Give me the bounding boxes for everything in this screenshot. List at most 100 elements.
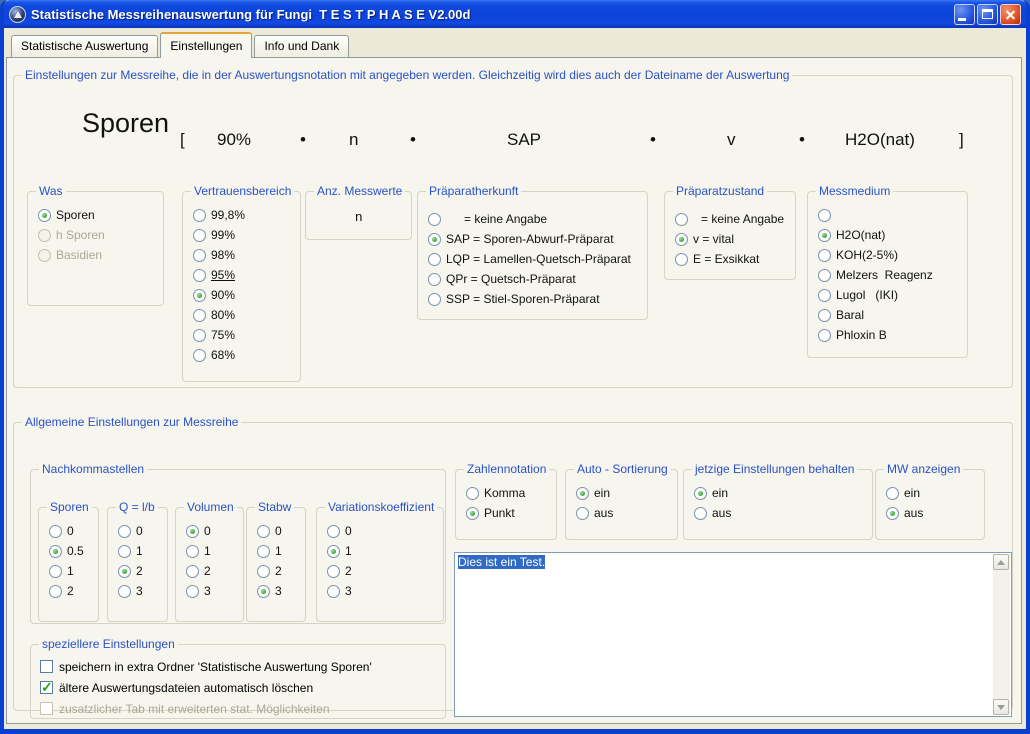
minimize-button[interactable]: [954, 4, 975, 25]
vertical-scrollbar[interactable]: [993, 554, 1010, 715]
radio-button-icon[interactable]: [886, 507, 899, 520]
radio-option[interactable]: [814, 205, 961, 225]
radio-button-icon[interactable]: [428, 253, 441, 266]
radio-button-icon[interactable]: [694, 487, 707, 500]
radio-option[interactable]: 80%: [189, 305, 294, 325]
radio-option[interactable]: 0.5: [45, 541, 92, 561]
radio-option[interactable]: ein: [572, 483, 671, 503]
radio-button-icon[interactable]: [186, 525, 199, 538]
radio-button-icon[interactable]: [186, 545, 199, 558]
radio-button-icon[interactable]: [118, 565, 131, 578]
radio-button-icon[interactable]: [818, 209, 831, 222]
radio-button-icon[interactable]: [818, 269, 831, 282]
radio-button-icon[interactable]: [428, 213, 441, 226]
scroll-down-button[interactable]: [993, 699, 1009, 715]
radio-button-icon[interactable]: [675, 213, 688, 226]
radio-button-icon[interactable]: [327, 585, 340, 598]
radio-button-icon[interactable]: [49, 585, 62, 598]
radio-button-icon[interactable]: [327, 525, 340, 538]
radio-button-icon[interactable]: [257, 585, 270, 598]
radio-button-icon[interactable]: [193, 309, 206, 322]
radio-button-icon[interactable]: [694, 507, 707, 520]
titlebar[interactable]: Statistische Messreihenauswertung für Fu…: [4, 0, 1026, 28]
radio-button-icon[interactable]: [193, 269, 206, 282]
radio-option[interactable]: 95%: [189, 265, 294, 285]
radio-option[interactable]: KOH(2-5%): [814, 245, 961, 265]
radio-option[interactable]: SAP = Sporen-Abwurf-Präparat: [424, 229, 641, 249]
radio-option[interactable]: 99,8%: [189, 205, 294, 225]
checkbox-icon[interactable]: [40, 660, 53, 673]
radio-button-icon[interactable]: [49, 525, 62, 538]
checkbox-option[interactable]: ältere Auswertungsdateien automatisch lö…: [37, 677, 439, 698]
radio-option[interactable]: 2: [45, 581, 92, 601]
radio-option[interactable]: 1: [323, 541, 437, 561]
radio-button-icon[interactable]: [428, 273, 441, 286]
radio-option[interactable]: v = vital: [671, 229, 789, 249]
radio-option[interactable]: 0: [253, 521, 299, 541]
radio-option[interactable]: 0: [182, 521, 237, 541]
radio-button-icon[interactable]: [327, 565, 340, 578]
radio-button-icon[interactable]: [576, 507, 589, 520]
radio-button-icon[interactable]: [118, 585, 131, 598]
radio-button-icon[interactable]: [428, 233, 441, 246]
radio-button-icon[interactable]: [818, 249, 831, 262]
radio-button-icon[interactable]: [466, 487, 479, 500]
radio-option[interactable]: 1: [45, 561, 92, 581]
radio-button-icon[interactable]: [193, 229, 206, 242]
radio-button-icon[interactable]: [675, 233, 688, 246]
radio-option[interactable]: Phloxin B: [814, 325, 961, 345]
radio-option[interactable]: 99%: [189, 225, 294, 245]
radio-button-icon[interactable]: [193, 289, 206, 302]
radio-option[interactable]: 1: [182, 541, 237, 561]
radio-option[interactable]: 3: [253, 581, 299, 601]
radio-button-icon[interactable]: [49, 545, 62, 558]
radio-button-icon[interactable]: [327, 545, 340, 558]
radio-button-icon[interactable]: [193, 249, 206, 262]
tab-statistische-auswertung[interactable]: Statistische Auswertung: [11, 35, 158, 57]
radio-option[interactable]: 1: [253, 541, 299, 561]
radio-option[interactable]: 2: [253, 561, 299, 581]
radio-option[interactable]: 3: [182, 581, 237, 601]
checkbox-option[interactable]: speichern in extra Ordner 'Statistische …: [37, 656, 439, 677]
radio-button-icon[interactable]: [193, 209, 206, 222]
radio-option[interactable]: 68%: [189, 345, 294, 365]
radio-button-icon[interactable]: [257, 545, 270, 558]
radio-button-icon[interactable]: [466, 507, 479, 520]
radio-option[interactable]: = keine Angabe: [424, 209, 641, 229]
radio-button-icon[interactable]: [257, 565, 270, 578]
radio-option[interactable]: 0: [114, 521, 161, 541]
radio-button-icon[interactable]: [118, 525, 131, 538]
radio-option[interactable]: Melzers Reagenz: [814, 265, 961, 285]
radio-option[interactable]: 3: [323, 581, 437, 601]
radio-option[interactable]: aus: [882, 503, 978, 523]
radio-button-icon[interactable]: [886, 487, 899, 500]
radio-button-icon[interactable]: [193, 349, 206, 362]
radio-option[interactable]: H2O(nat): [814, 225, 961, 245]
radio-button-icon[interactable]: [675, 253, 688, 266]
radio-option[interactable]: 0: [45, 521, 92, 541]
radio-option[interactable]: ein: [690, 483, 866, 503]
tab-info-und-dank[interactable]: Info und Dank: [254, 35, 349, 57]
radio-option[interactable]: = keine Angabe: [671, 209, 789, 229]
radio-button-icon[interactable]: [818, 329, 831, 342]
radio-option[interactable]: aus: [690, 503, 866, 523]
radio-button-icon[interactable]: [38, 209, 51, 222]
radio-option[interactable]: Komma: [462, 483, 550, 503]
radio-option[interactable]: SSP = Stiel-Sporen-Präparat: [424, 289, 641, 309]
radio-option[interactable]: 1: [114, 541, 161, 561]
radio-option[interactable]: 2: [114, 561, 161, 581]
radio-option[interactable]: Lugol (IKI): [814, 285, 961, 305]
notes-textbox[interactable]: Dies ist ein Test.: [454, 552, 1012, 717]
radio-option[interactable]: aus: [572, 503, 671, 523]
radio-button-icon[interactable]: [118, 545, 131, 558]
radio-option[interactable]: QPr = Quetsch-Präparat: [424, 269, 641, 289]
radio-button-icon[interactable]: [257, 525, 270, 538]
radio-option[interactable]: 0: [323, 521, 437, 541]
radio-button-icon[interactable]: [428, 293, 441, 306]
radio-option[interactable]: 2: [182, 561, 237, 581]
radio-button-icon[interactable]: [186, 585, 199, 598]
radio-option[interactable]: ein: [882, 483, 978, 503]
radio-button-icon[interactable]: [193, 329, 206, 342]
radio-button-icon[interactable]: [49, 565, 62, 578]
radio-option[interactable]: 75%: [189, 325, 294, 345]
